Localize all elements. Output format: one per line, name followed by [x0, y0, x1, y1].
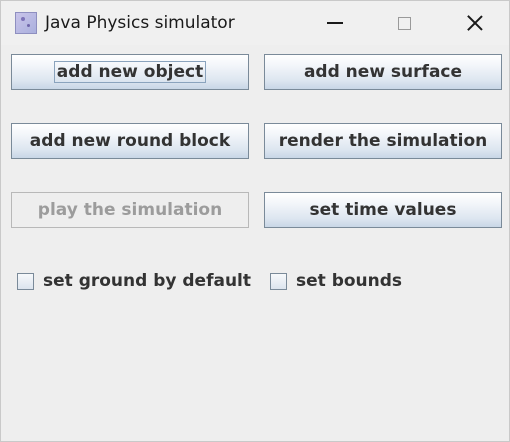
- set-time-values-button[interactable]: set time values: [264, 192, 502, 228]
- java-app-icon: [15, 12, 37, 34]
- add-new-surface-button[interactable]: add new surface: [264, 54, 502, 90]
- title-bar[interactable]: Java Physics simulator: [1, 1, 509, 45]
- play-the-simulation-label: play the simulation: [37, 200, 223, 220]
- minimize-icon: [327, 22, 343, 24]
- set-ground-by-default-checkbox[interactable]: [17, 272, 34, 290]
- close-button[interactable]: [453, 1, 497, 45]
- add-new-round-block-button[interactable]: add new round block: [11, 123, 249, 159]
- set-bounds-label: set bounds: [296, 271, 403, 291]
- set-time-values-label: set time values: [309, 200, 457, 220]
- minimize-button[interactable]: [313, 1, 357, 45]
- render-the-simulation-label: render the simulation: [278, 131, 488, 151]
- add-new-object-label: add new object: [53, 61, 207, 83]
- set-bounds-checkbox-row[interactable]: set bounds: [270, 270, 402, 292]
- add-new-round-block-label: add new round block: [29, 131, 231, 151]
- close-icon: [466, 14, 484, 32]
- maximize-icon: [397, 16, 411, 30]
- render-the-simulation-button[interactable]: render the simulation: [264, 123, 502, 159]
- set-bounds-checkbox[interactable]: [270, 272, 287, 290]
- play-the-simulation-button: play the simulation: [11, 192, 249, 228]
- set-ground-by-default-label: set ground by default: [43, 271, 252, 291]
- window-title: Java Physics simulator: [45, 13, 235, 33]
- add-new-object-button[interactable]: add new object: [11, 54, 249, 90]
- set-ground-by-default-checkbox-row[interactable]: set ground by default: [17, 270, 251, 292]
- maximize-button[interactable]: [382, 1, 426, 45]
- app-window: Java Physics simulator add new object ad…: [0, 0, 510, 442]
- add-new-surface-label: add new surface: [303, 62, 463, 82]
